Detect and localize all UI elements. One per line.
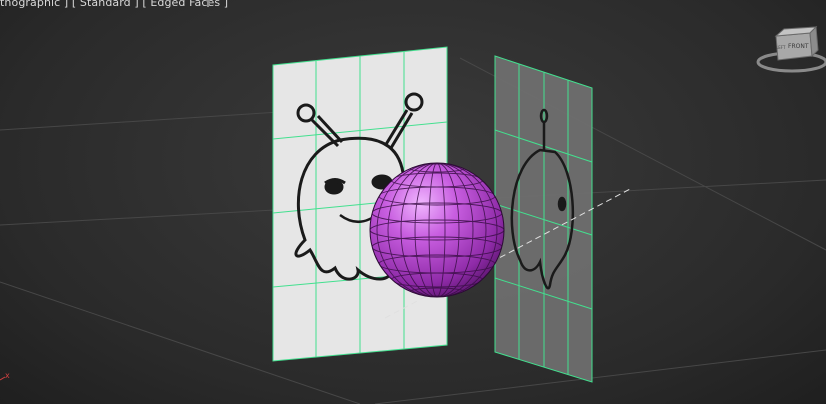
axis-tripod: x <box>0 371 10 381</box>
sphere-object[interactable] <box>369 162 505 298</box>
scene-canvas[interactable]: FRONT LEFT x <box>0 0 826 404</box>
side-reference-plane[interactable] <box>494 55 593 383</box>
x-axis-label: x <box>5 371 10 380</box>
viewcube-widget[interactable]: FRONT LEFT <box>756 25 826 73</box>
perspective-viewport[interactable]: thographic ] [ Standard ] [ Edged Faces … <box>0 0 826 404</box>
viewcube-left-label[interactable]: LEFT <box>776 45 786 50</box>
viewcube-front-label[interactable]: FRONT <box>788 43 809 50</box>
